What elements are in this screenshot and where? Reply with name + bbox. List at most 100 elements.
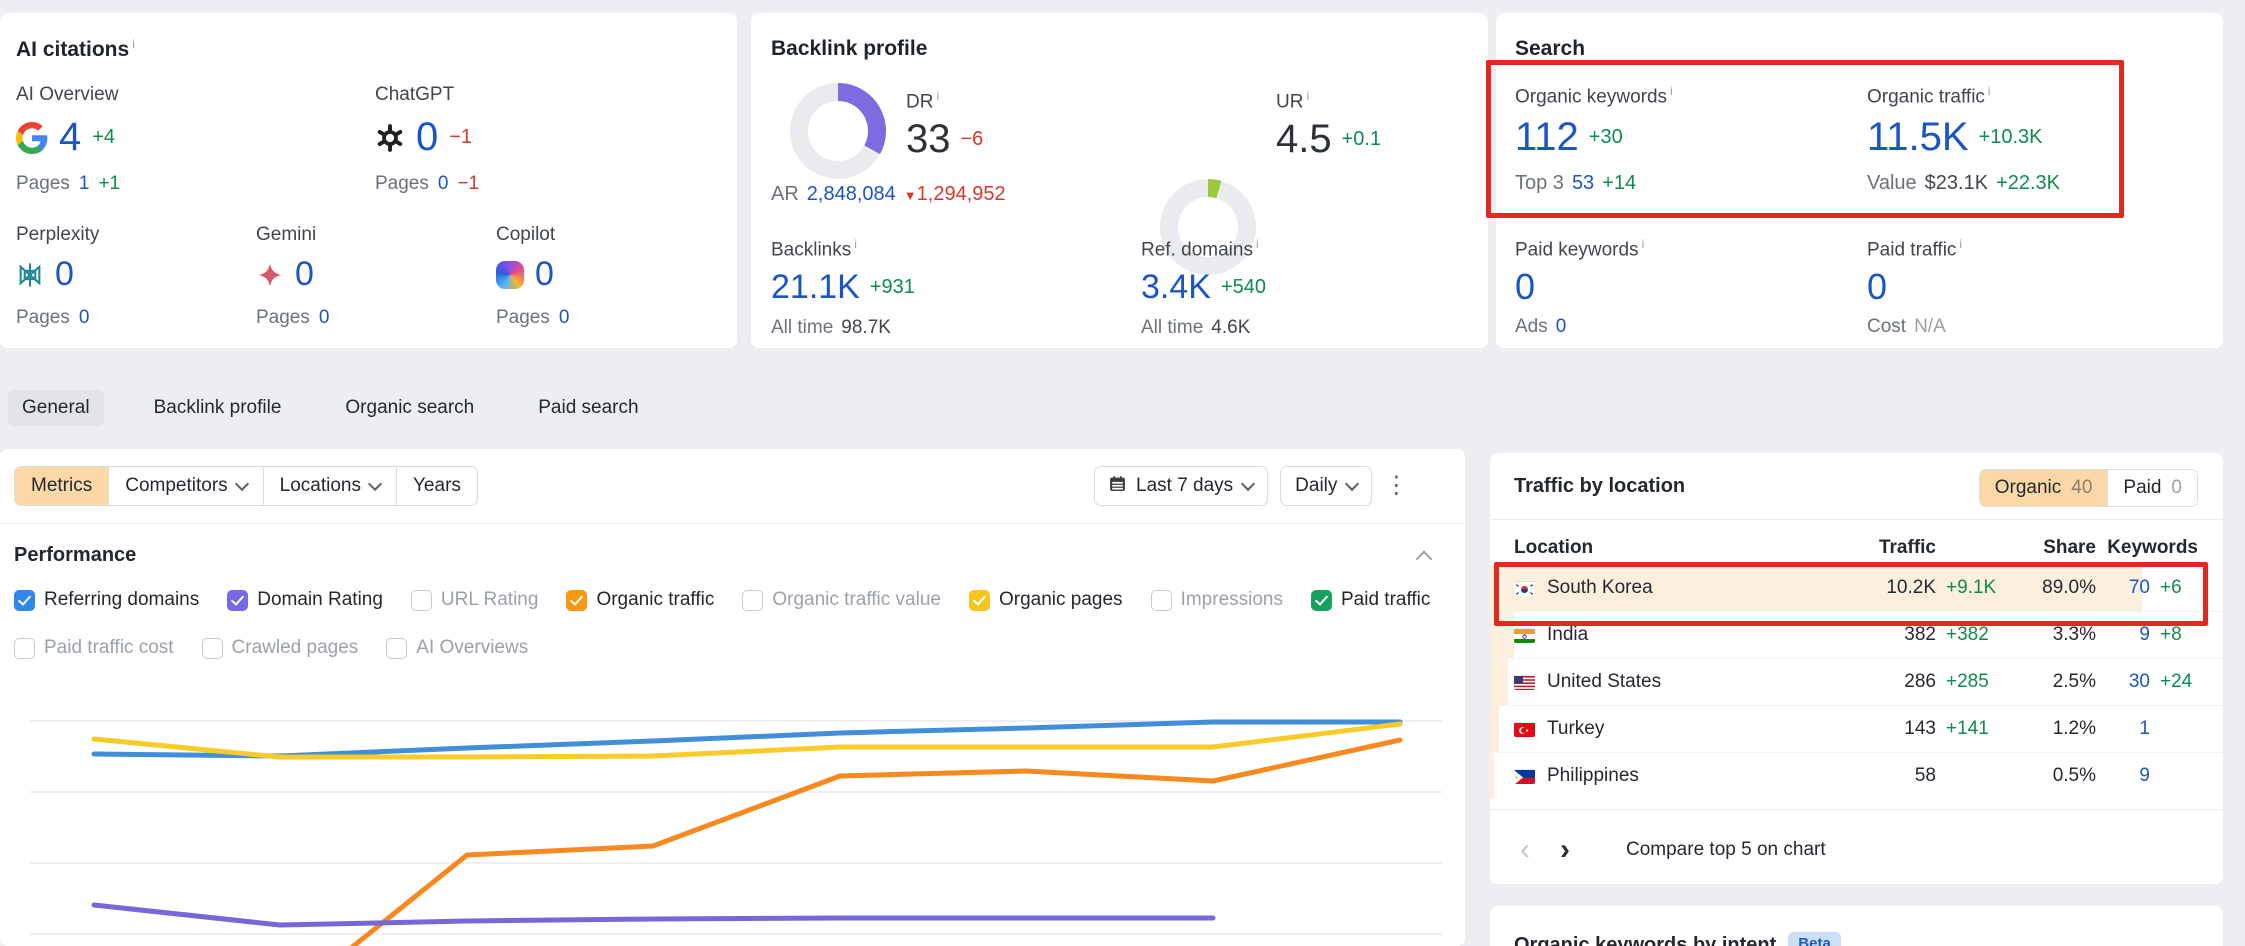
info-icon[interactable]: i — [1670, 84, 1673, 98]
table-row-philippines[interactable]: Philippines 58 0.5% 9 — [1490, 752, 2223, 799]
info-icon[interactable]: i — [1306, 89, 1309, 103]
paid-traffic-metric: Paid traffici 0 Cost N/A — [1867, 237, 1962, 338]
collapse-section-icon[interactable] — [1416, 551, 1433, 568]
tab-organic-search[interactable]: Organic search — [331, 390, 488, 426]
metrics-segment[interactable]: Metrics — [15, 467, 109, 505]
metric-checkbox-paid-traffic-cost[interactable]: Paid traffic cost — [14, 637, 174, 659]
copilot-value: 0 — [535, 255, 554, 294]
toggle-paid[interactable]: Paid 0 — [2107, 470, 2197, 506]
chevron-down-icon — [368, 477, 382, 491]
tab-paid-search[interactable]: Paid search — [524, 390, 652, 426]
ai-item-perplexity: Perplexity 0 Pages 0 — [16, 224, 99, 329]
metric-checkbox-paid-traffic[interactable]: Paid traffic — [1311, 589, 1430, 611]
years-segment[interactable]: Years — [397, 467, 477, 505]
paid-traffic-value[interactable]: 0 — [1867, 266, 1887, 308]
info-icon[interactable]: i — [854, 237, 857, 251]
info-icon[interactable]: i — [1642, 237, 1645, 251]
tab-general[interactable]: General — [8, 390, 104, 426]
pages-count-link[interactable]: 0 — [559, 307, 570, 329]
ai-item-gemini: Gemini 0 Pages 0 — [256, 224, 329, 329]
competitors-segment[interactable]: Competitors — [109, 467, 263, 505]
next-page-icon[interactable]: › — [1560, 835, 1570, 865]
pages-count-link[interactable]: 0 — [438, 173, 449, 195]
pages-count-link[interactable]: 1 — [79, 173, 90, 195]
backlinks-metric: Backlinksi 21.1K +931 All time 98.7K — [771, 237, 915, 339]
metric-checkbox-url-rating[interactable]: URL Rating — [411, 589, 539, 611]
checkbox-icon — [1151, 590, 1172, 611]
report-tabs: General Backlink profile Organic search … — [8, 388, 653, 427]
backlink-profile-title: Backlink profile — [771, 37, 927, 61]
metric-checkbox-organic-traffic[interactable]: Organic traffic — [566, 589, 714, 611]
checkbox-icon — [227, 590, 248, 611]
table-row-turkey[interactable]: Turkey 143 +141 1.2% 1 — [1490, 705, 2223, 752]
info-icon[interactable]: i — [1256, 237, 1259, 251]
metric-checkbox-domain-rating[interactable]: Domain Rating — [227, 589, 383, 611]
ur-delta: +0.1 — [1342, 128, 1381, 151]
chatgpt-delta: −1 — [449, 126, 472, 149]
search-title: Search — [1515, 37, 1585, 61]
top3-link[interactable]: 53 — [1572, 172, 1594, 195]
overview-panel: Metrics Competitors Locations Years Last… — [0, 449, 1465, 946]
location-table-body: South Korea 10.2K +9.1K 89.0% 70 +6 Indi… — [1490, 565, 2223, 799]
toggle-organic[interactable]: Organic 40 — [1980, 470, 2108, 506]
table-row-south-korea[interactable]: South Korea 10.2K +9.1K 89.0% 70 +6 — [1490, 565, 2223, 611]
date-range-button[interactable]: Last 7 days — [1094, 466, 1268, 506]
organic-keywords-by-intent-panel: Organic keywords by intentBeta — [1490, 906, 2223, 946]
checkbox-icon — [969, 590, 990, 611]
compare-top5-link[interactable]: Compare top 5 on chart — [1626, 839, 1826, 861]
table-row-india[interactable]: India 382 +382 3.3% 9 +8 — [1490, 611, 2223, 658]
toolbar-divider — [0, 523, 1465, 524]
location-table-header: Location Traffic Share Keywords — [1490, 533, 2223, 563]
metric-checkbox-organic-pages[interactable]: Organic pages — [969, 589, 1123, 611]
ref-domains-value[interactable]: 3.4K — [1141, 268, 1211, 307]
flag-turkey — [1514, 722, 1535, 737]
more-options-icon[interactable]: ⋮ — [1384, 474, 1408, 498]
panel-divider — [1490, 519, 2223, 520]
locations-segment[interactable]: Locations — [264, 467, 397, 505]
info-icon[interactable]: i — [1988, 84, 1991, 98]
organic-traffic-value[interactable]: 11.5K — [1867, 115, 1969, 160]
share-bar — [1490, 659, 1508, 705]
ai-item-copilot: Copilot 0 Pages 0 — [496, 224, 569, 329]
ai-item-chatgpt: ChatGPT 0 −1 Pages — [375, 84, 479, 195]
checkbox-icon — [411, 590, 432, 611]
calendar-icon — [1109, 475, 1126, 498]
search-card: Search Organic keywordsi 112 +30 Top 3 5… — [1496, 13, 2223, 348]
metric-toggles-row-2: Paid traffic cost Crawled pages AI Overv… — [14, 637, 528, 659]
performance-chart[interactable] — [0, 660, 1465, 946]
flag-philippines — [1514, 769, 1535, 784]
chevron-down-icon — [1241, 477, 1255, 491]
filters-toolbar: Metrics Competitors Locations Years — [14, 466, 478, 506]
ur-metric: URi 4.5 +0.1 — [1276, 89, 1381, 162]
organic-keywords-by-intent-title: Organic keywords by intentBeta — [1514, 932, 1841, 946]
ur-value: 4.5 — [1276, 117, 1332, 162]
google-icon — [16, 122, 48, 154]
paid-keywords-value[interactable]: 0 — [1515, 266, 1535, 308]
metric-checkbox-impressions[interactable]: Impressions — [1151, 589, 1283, 611]
metric-toggles-row-1: Referring domains Domain Rating URL Rati… — [14, 589, 1430, 611]
checkbox-icon — [14, 638, 35, 659]
dr-value: 33 — [906, 117, 951, 162]
organic-keywords-value[interactable]: 112 — [1515, 115, 1579, 160]
metric-checkbox-ai-overviews[interactable]: AI Overviews — [386, 637, 528, 659]
checkbox-icon — [1311, 590, 1332, 611]
ahrefs-rank-link[interactable]: 2,848,084 — [807, 183, 896, 206]
tab-backlink-profile[interactable]: Backlink profile — [140, 390, 296, 426]
metric-checkbox-crawled-pages[interactable]: Crawled pages — [202, 637, 359, 659]
info-icon[interactable]: i — [936, 89, 939, 103]
metric-checkbox-organic-traffic-value[interactable]: Organic traffic value — [742, 589, 941, 611]
paid-keywords-metric: Paid keywordsi 0 Ads 0 — [1515, 237, 1644, 338]
info-icon[interactable]: i — [1959, 237, 1962, 251]
pages-count-link[interactable]: 0 — [319, 307, 330, 329]
info-icon[interactable]: i — [132, 37, 135, 51]
granularity-button[interactable]: Daily — [1280, 466, 1372, 506]
ref-domains-metric: Ref. domainsi 3.4K +540 All time 4.6K — [1141, 237, 1266, 339]
prev-page-icon[interactable]: ‹ — [1520, 835, 1530, 865]
metric-checkbox-referring-domains[interactable]: Referring domains — [14, 589, 199, 611]
pages-count-link[interactable]: 0 — [79, 307, 90, 329]
dr-donut-chart — [790, 83, 886, 179]
checkbox-icon — [202, 638, 223, 659]
copilot-icon — [496, 261, 524, 289]
table-row-united-states[interactable]: United States 286 +285 2.5% 30 +24 — [1490, 658, 2223, 705]
backlinks-value[interactable]: 21.1K — [771, 268, 860, 307]
